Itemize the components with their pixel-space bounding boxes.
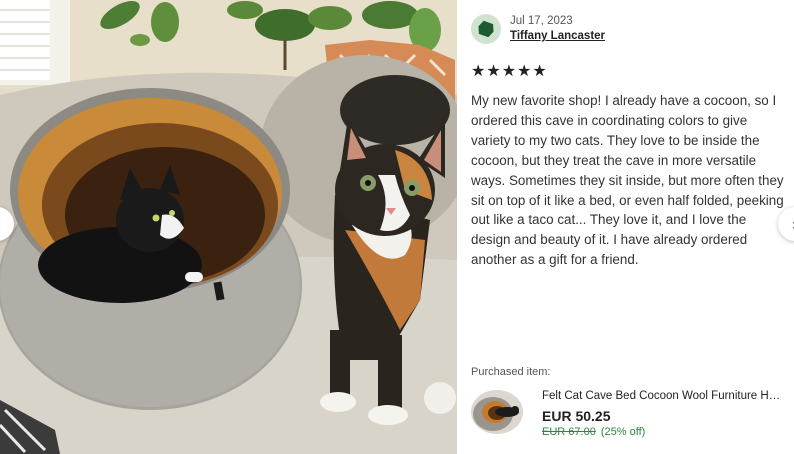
star-icon: ★ [517,61,532,80]
sale-price: EUR 50.25 [542,408,611,424]
review-panel: Jul 17, 2023 Tiffany Lancaster ★ ★ ★ ★ ★… [457,0,794,454]
star-icon: ★ [532,61,547,80]
review-photo[interactable] [0,0,457,454]
purchased-item-label: Purchased item: [471,366,551,378]
original-price: EUR 67.00 [542,426,596,438]
review-date: Jul 17, 2023 [510,15,573,27]
review-text: My new favorite shop! I already have a c… [471,93,784,268]
star-icon: ★ [471,61,486,80]
avatar-icon [478,20,494,38]
review-photo-illustration [0,0,457,454]
star-icon: ★ [486,61,501,80]
reviewer-info: Jul 17, 2023 Tiffany Lancaster [471,14,605,44]
star-rating: ★ ★ ★ ★ ★ [471,62,547,80]
avatar[interactable] [471,14,501,44]
star-icon: ★ [501,61,517,80]
purchased-item[interactable]: Felt Cat Cave Bed Cocoon Wool Furniture … [471,388,784,440]
product-thumbnail[interactable] [471,390,523,434]
discount-percent: (25% off) [600,426,646,438]
product-title-link[interactable]: Felt Cat Cave Bed Cocoon Wool Furniture … [542,388,784,404]
product-thumbnail-image [471,390,523,434]
reviewer-name-link[interactable]: Tiffany Lancaster [510,28,605,44]
